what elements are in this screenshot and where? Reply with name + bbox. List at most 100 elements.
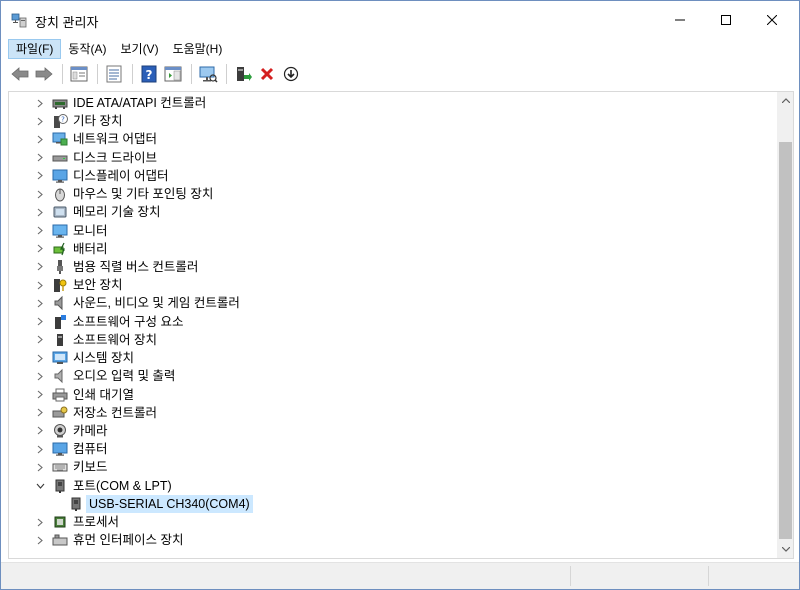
tree-category-item[interactable]: IDE ATA/ATAPI 컨트롤러 (9, 94, 777, 112)
back-button[interactable] (9, 63, 31, 85)
chevron-down-icon[interactable] (34, 477, 46, 495)
tree-category-item[interactable]: 디스크 드라이브 (9, 149, 777, 167)
chevron-right-icon[interactable] (34, 313, 46, 331)
category-label: 디스플레이 어댑터 (73, 168, 169, 183)
menu-view[interactable]: 보기(V) (113, 39, 165, 59)
menu-file[interactable]: 파일(F) (8, 39, 62, 59)
chevron-right-icon[interactable] (34, 240, 46, 258)
chevron-right-icon[interactable] (34, 276, 46, 294)
tree-category-item[interactable]: 메모리 기술 장치 (9, 203, 777, 221)
status-segment-tertiary (709, 566, 799, 586)
download-driver-button[interactable] (280, 63, 302, 85)
tree-category-item[interactable]: 네트워크 어댑터 (9, 130, 777, 148)
device-tree[interactable]: IDE ATA/ATAPI 컨트롤러? 기타 장치 네트워크 어댑터 디스크 드라이브… (9, 92, 777, 558)
device-manager-window: 장치 관리자 파일(F) 동작(A) 보기(V) 도움말(H) ? IDE AT… (0, 0, 800, 590)
tree-category-item[interactable]: 사운드, 비디오 및 게임 컨트롤러 (9, 294, 777, 312)
menu-action[interactable]: 동작(A) (61, 39, 113, 59)
category-label: 포트(COM & LPT) (73, 478, 172, 493)
list-view-button[interactable] (103, 63, 125, 85)
chevron-right-icon[interactable] (34, 386, 46, 404)
device-label: USB-SERIAL CH340(COM4) (86, 494, 253, 513)
maximize-button[interactable] (703, 1, 749, 39)
update-driver-button[interactable] (232, 63, 254, 85)
tree-category-item[interactable]: 컴퓨터 (9, 440, 777, 458)
chevron-right-icon[interactable] (34, 94, 46, 112)
tree-category-item[interactable]: 키보드 (9, 458, 777, 476)
action-pane-icon (164, 66, 182, 82)
scroll-down-button[interactable] (777, 541, 793, 558)
category-label: 휴먼 인터페이스 장치 (73, 533, 184, 548)
chevron-right-icon[interactable] (34, 294, 46, 312)
action-pane-button[interactable] (162, 63, 184, 85)
chevron-right-icon[interactable] (34, 130, 46, 148)
properties-pane-button[interactable] (68, 63, 90, 85)
category-label: 사운드, 비디오 및 게임 컨트롤러 (73, 296, 240, 311)
scan-hardware-button[interactable] (197, 63, 219, 85)
tree-category-item[interactable]: 소프트웨어 구성 요소 (9, 313, 777, 331)
tree-category-item[interactable]: 보안 장치 (9, 276, 777, 294)
chevron-right-icon[interactable] (34, 367, 46, 385)
chevron-right-icon[interactable] (34, 331, 46, 349)
tree-category-item[interactable]: 모니터 (9, 222, 777, 240)
display-adapter-icon (51, 167, 69, 185)
title-bar[interactable]: 장치 관리자 (1, 1, 799, 39)
tree-category-item[interactable]: 소프트웨어 장치 (9, 331, 777, 349)
keyboard-icon (51, 458, 69, 476)
menu-bar: 파일(F) 동작(A) 보기(V) 도움말(H) (1, 39, 799, 59)
audio-io-icon (51, 367, 69, 385)
chevron-right-icon[interactable] (34, 440, 46, 458)
chevron-right-icon[interactable] (34, 513, 46, 531)
system-device-icon (51, 349, 69, 367)
chevron-right-icon[interactable] (34, 112, 46, 130)
chevron-right-icon[interactable] (34, 404, 46, 422)
chevron-right-icon[interactable] (34, 531, 46, 549)
tree-category-item[interactable]: 디스플레이 어댑터 (9, 167, 777, 185)
update-driver-icon (237, 67, 252, 81)
tree-category-item[interactable]: 프로세서 (9, 513, 777, 531)
tree-category-item[interactable]: ? 기타 장치 (9, 112, 777, 130)
chevron-right-icon[interactable] (34, 258, 46, 276)
scroll-up-button[interactable] (777, 92, 793, 109)
category-label: 프로세서 (73, 515, 120, 530)
chevron-right-icon[interactable] (34, 167, 46, 185)
close-button[interactable] (749, 1, 795, 39)
tree-category-item[interactable]: 마우스 및 기타 포인팅 장치 (9, 185, 777, 203)
minimize-button[interactable] (657, 1, 703, 39)
tree-category-item[interactable]: 저장소 컨트롤러 (9, 404, 777, 422)
port-icon (51, 477, 69, 495)
category-label: 저장소 컨트롤러 (73, 405, 157, 420)
menu-help[interactable]: 도움말(H) (166, 39, 230, 59)
camera-icon (51, 422, 69, 440)
ide-controller-icon (51, 94, 69, 112)
vertical-scrollbar[interactable] (777, 92, 793, 558)
category-label: 인쇄 대기열 (73, 387, 134, 402)
tree-category-item[interactable]: 휴먼 인터페이스 장치 (9, 531, 777, 549)
device-manager-app-icon (11, 13, 27, 28)
tree-category-item[interactable]: 카메라 (9, 422, 777, 440)
chevron-right-icon[interactable] (34, 222, 46, 240)
uninstall-device-button[interactable] (256, 63, 278, 85)
chevron-right-icon[interactable] (34, 349, 46, 367)
chevron-right-icon[interactable] (34, 422, 46, 440)
tree-category-item[interactable]: 시스템 장치 (9, 349, 777, 367)
tree-category-item[interactable]: 포트(COM & LPT) (9, 477, 777, 495)
tree-category-item[interactable]: 범용 직렬 버스 컨트롤러 (9, 258, 777, 276)
category-label: 기타 장치 (73, 114, 123, 129)
tree-category-item[interactable]: 오디오 입력 및 출력 (9, 367, 777, 385)
device-tree-pane: IDE ATA/ATAPI 컨트롤러? 기타 장치 네트워크 어댑터 디스크 드라이브… (8, 91, 794, 559)
chevron-right-icon[interactable] (34, 458, 46, 476)
forward-icon (35, 67, 53, 81)
toolbar-separator (191, 64, 192, 84)
chevron-right-icon[interactable] (34, 203, 46, 221)
svg-text:?: ? (61, 116, 65, 124)
tree-category-item[interactable]: 인쇄 대기열 (9, 386, 777, 404)
unknown-device-icon: ? (51, 112, 69, 130)
scrollbar-thumb[interactable] (779, 142, 792, 539)
chevron-right-icon[interactable] (34, 149, 46, 167)
chevron-right-icon[interactable] (34, 185, 46, 203)
category-label: 모니터 (73, 223, 108, 238)
tree-device-item[interactable]: USB-SERIAL CH340(COM4) (9, 494, 777, 513)
forward-button[interactable] (33, 63, 55, 85)
tree-category-item[interactable]: 배터리 (9, 240, 777, 258)
help-button[interactable]: ? (138, 63, 160, 85)
